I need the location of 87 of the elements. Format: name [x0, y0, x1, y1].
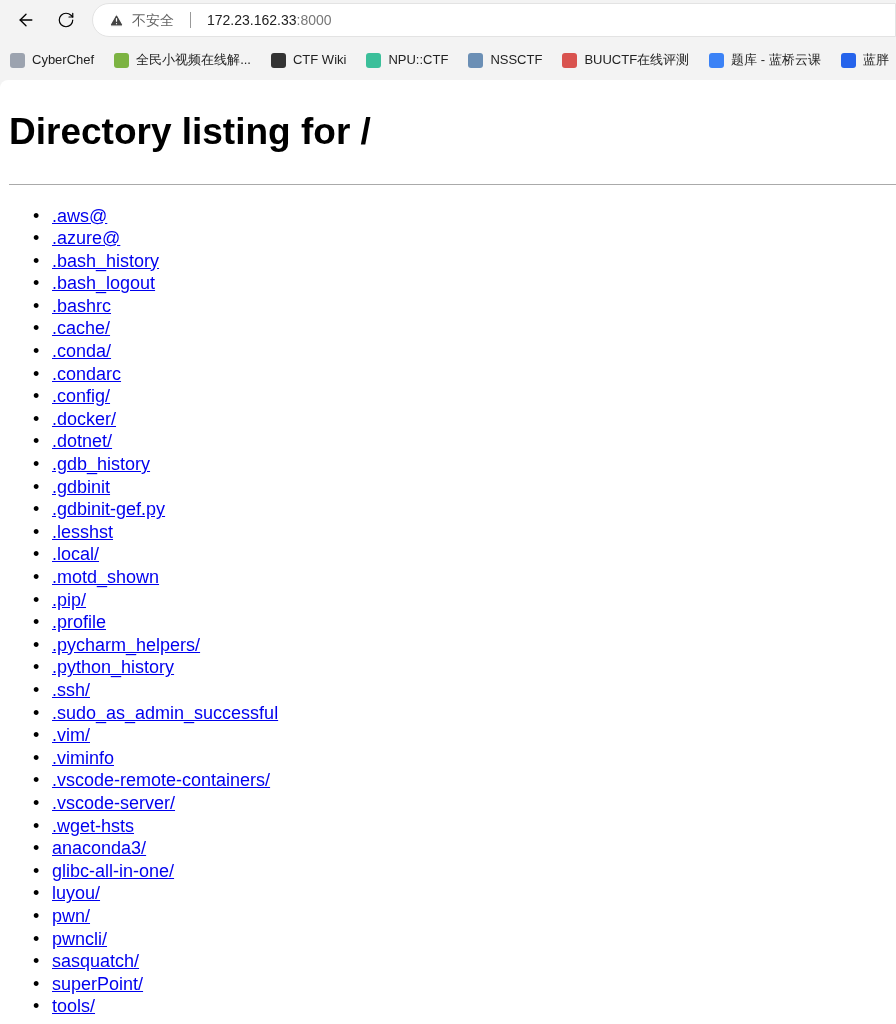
directory-link[interactable]: anaconda3/ — [52, 837, 147, 860]
directory-link[interactable]: .aws@ — [52, 204, 108, 228]
bullet: • — [33, 272, 41, 295]
bullet: • — [33, 407, 41, 431]
bullet: • — [33, 791, 41, 815]
directory-link[interactable]: .lesshst — [52, 520, 114, 544]
bullet: • — [33, 227, 41, 250]
bullet: • — [33, 859, 41, 883]
bullet: • — [33, 453, 41, 476]
bullet: • — [33, 566, 41, 589]
bullet: • — [33, 972, 41, 996]
directory-link[interactable]: .python_history — [52, 656, 175, 679]
bullet: • — [33, 520, 41, 544]
directory-link[interactable]: .dotnet/ — [52, 430, 113, 454]
bullet: • — [33, 814, 41, 838]
directory-link[interactable]: .wget-hsts — [52, 814, 135, 838]
bookmark[interactable]: 题库 - 蓝桥云课 — [709, 50, 821, 70]
bookmark[interactable]: 蓝胖 — [840, 50, 889, 70]
bullet: • — [33, 701, 41, 725]
directory-link[interactable]: .motd_shown — [52, 566, 160, 589]
bullet: • — [33, 498, 41, 521]
bullet: • — [33, 475, 41, 499]
directory-link[interactable]: .vim/ — [52, 724, 90, 747]
bullet: • — [33, 317, 41, 341]
directory-link[interactable]: .config/ — [52, 385, 111, 408]
bullet: • — [33, 927, 41, 951]
directory-link[interactable]: .pycharm_helpers/ — [52, 633, 201, 657]
bullet: • — [33, 837, 41, 860]
address-bar[interactable]: 不安全 172.23.162.33:8000 — [92, 3, 896, 37]
bullet: • — [33, 633, 41, 657]
bullet: • — [33, 904, 41, 928]
directory-link[interactable]: .bash_logout — [52, 272, 156, 295]
bullet: • — [33, 746, 41, 770]
bookmark[interactable]: NSSCTF — [468, 50, 543, 70]
bookmark[interactable]: NPU::CTF — [366, 50, 449, 70]
directory-link[interactable]: luyou/ — [52, 882, 101, 905]
directory-link[interactable]: tools/ — [52, 995, 96, 1018]
directory-link[interactable]: pwncli/ — [52, 927, 108, 951]
bullet: • — [33, 678, 41, 702]
bullet: • — [33, 249, 41, 273]
bullet: • — [33, 385, 41, 408]
bookmark[interactable]: CyberChef — [10, 50, 95, 70]
bullet: • — [33, 724, 41, 747]
warning-icon — [109, 12, 124, 28]
page-title: Directory listing for / — [9, 110, 372, 154]
url-port: :8000 — [296, 10, 332, 30]
directory-link[interactable]: .gdbinit — [52, 475, 111, 499]
directory-link[interactable]: superPoint/ — [52, 972, 144, 996]
directory-link[interactable]: .docker/ — [52, 407, 117, 431]
directory-link[interactable]: .viminfo — [52, 746, 114, 770]
directory-link[interactable]: sasquatch/ — [52, 950, 140, 973]
directory-link[interactable]: .vscode-remote-containers/ — [52, 769, 271, 792]
bullet: • — [33, 950, 41, 973]
reload-icon — [57, 11, 75, 29]
directory-link[interactable]: .ssh/ — [52, 678, 90, 702]
directory-link[interactable]: .conda/ — [52, 340, 112, 363]
bullet: • — [33, 340, 41, 363]
directory-link[interactable]: glibc-all-in-one/ — [52, 859, 175, 883]
directory-link[interactable]: .pip/ — [52, 588, 87, 612]
directory-link[interactable]: .azure@ — [52, 227, 121, 250]
bullet: • — [33, 204, 41, 228]
bullet: • — [33, 611, 41, 634]
directory-link[interactable]: .local/ — [52, 543, 100, 566]
bullet: • — [33, 543, 41, 566]
directory-link[interactable]: .gdbinit-gef.py — [52, 498, 166, 521]
directory-link[interactable]: .cache/ — [52, 317, 111, 341]
directory-link[interactable]: .sudo_as_admin_successful — [52, 701, 279, 725]
bookmark[interactable]: 全民小视频在线解... — [114, 50, 251, 70]
bullet: • — [33, 656, 41, 679]
directory-link[interactable]: pwn/ — [52, 904, 91, 928]
directory-link[interactable]: .bashrc — [52, 294, 112, 318]
security-label: 不安全 — [132, 10, 174, 30]
bullet: • — [33, 769, 41, 792]
directory-link[interactable]: .bash_history — [52, 249, 160, 273]
directory-link[interactable]: .vscode-server/ — [52, 791, 176, 815]
bookmark[interactable]: CTF Wiki — [271, 50, 347, 70]
directory-link[interactable]: .profile — [52, 611, 107, 634]
directory-link[interactable]: .condarc — [52, 362, 122, 386]
bullet: • — [33, 430, 41, 454]
bullet: • — [33, 882, 41, 905]
url-host: 172.23.162.33 — [207, 10, 297, 30]
bullet: • — [33, 995, 41, 1018]
directory-link[interactable]: .gdb_history — [52, 453, 151, 476]
bullet: • — [33, 362, 41, 386]
bullet: • — [33, 294, 41, 318]
bullet: • — [33, 588, 41, 612]
bookmark[interactable]: BUUCTF在线评测 — [562, 50, 690, 70]
